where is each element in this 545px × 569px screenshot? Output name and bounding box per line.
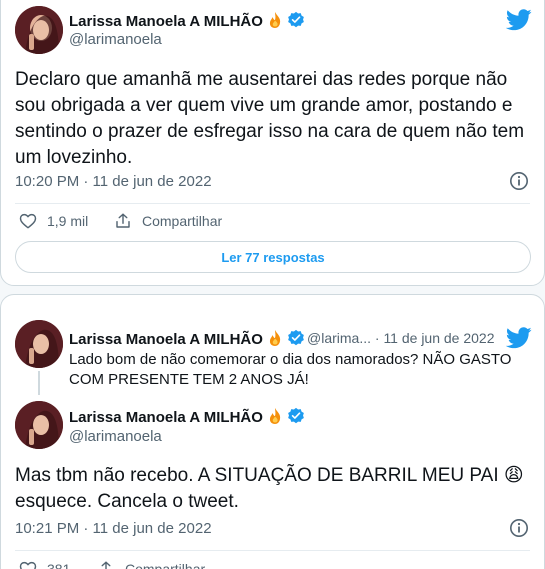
thread-line (38, 371, 40, 395)
share-button[interactable]: Compartilhar (97, 560, 205, 569)
author-name-text: Larissa Manoela A MILHÃO (69, 409, 263, 426)
fire-icon (266, 329, 284, 347)
handle-and-date[interactable]: @larima... · 11 de jun de 2022 (307, 329, 495, 347)
quoted-tweet-text: Lado bom de não comemorar o dia dos namo… (69, 351, 512, 388)
avatar[interactable] (15, 401, 63, 449)
share-icon (116, 213, 130, 228)
share-icon (101, 561, 111, 569)
read-replies-button[interactable]: Ler 77 respostas (15, 241, 531, 273)
author-name[interactable]: Larissa Manoela A MILHÃO (69, 407, 305, 427)
avatar[interactable] (15, 320, 63, 368)
heart-icon (19, 561, 37, 569)
verified-icon (287, 329, 305, 347)
info-icon[interactable] (509, 518, 529, 538)
verified-icon (287, 407, 305, 425)
divider (15, 550, 530, 551)
fire-icon (266, 407, 284, 425)
tweet-timestamp[interactable]: 10:20 PM · 11 de jun de 2022 (15, 173, 212, 191)
like-count: 381 (47, 561, 71, 569)
share-label: Compartilhar (142, 213, 223, 229)
divider (15, 203, 530, 204)
tweet-text: Mas tbm não recebo. A SITUAÇÃO DE BARRIL… (15, 465, 524, 512)
like-button[interactable]: 1,9 mil (19, 212, 88, 230)
verified-icon (287, 11, 305, 29)
twitter-bird-icon[interactable] (506, 327, 532, 349)
author-name[interactable]: Larissa Manoela A MILHÃO (69, 329, 305, 349)
author-name[interactable]: Larissa Manoela A MILHÃO (69, 11, 305, 31)
author-handle[interactable]: @larimanoela (69, 31, 162, 49)
share-button[interactable]: Compartilhar (114, 212, 222, 230)
fire-icon (266, 11, 284, 29)
tweet-card-2: Larissa Manoela A MILHÃO @larima... · 11… (0, 294, 545, 569)
info-icon[interactable] (509, 171, 529, 191)
author-name-text: Larissa Manoela A MILHÃO (69, 331, 263, 348)
heart-icon (19, 213, 37, 229)
tweet-text: Declaro que amanhã me ausentarei das red… (15, 69, 525, 168)
like-button[interactable]: 381 (19, 560, 70, 569)
like-count: 1,9 mil (47, 213, 89, 229)
tweet-timestamp[interactable]: 10:21 PM · 11 de jun de 2022 (15, 520, 212, 538)
share-label: Compartilhar (125, 561, 206, 569)
avatar[interactable] (15, 6, 63, 54)
author-handle[interactable]: @larimanoela (69, 428, 162, 446)
tweet-card-1: Larissa Manoela A MILHÃO @larimanoela De… (0, 0, 545, 286)
author-name-text: Larissa Manoela A MILHÃO (69, 13, 263, 30)
twitter-bird-icon[interactable] (506, 9, 532, 31)
